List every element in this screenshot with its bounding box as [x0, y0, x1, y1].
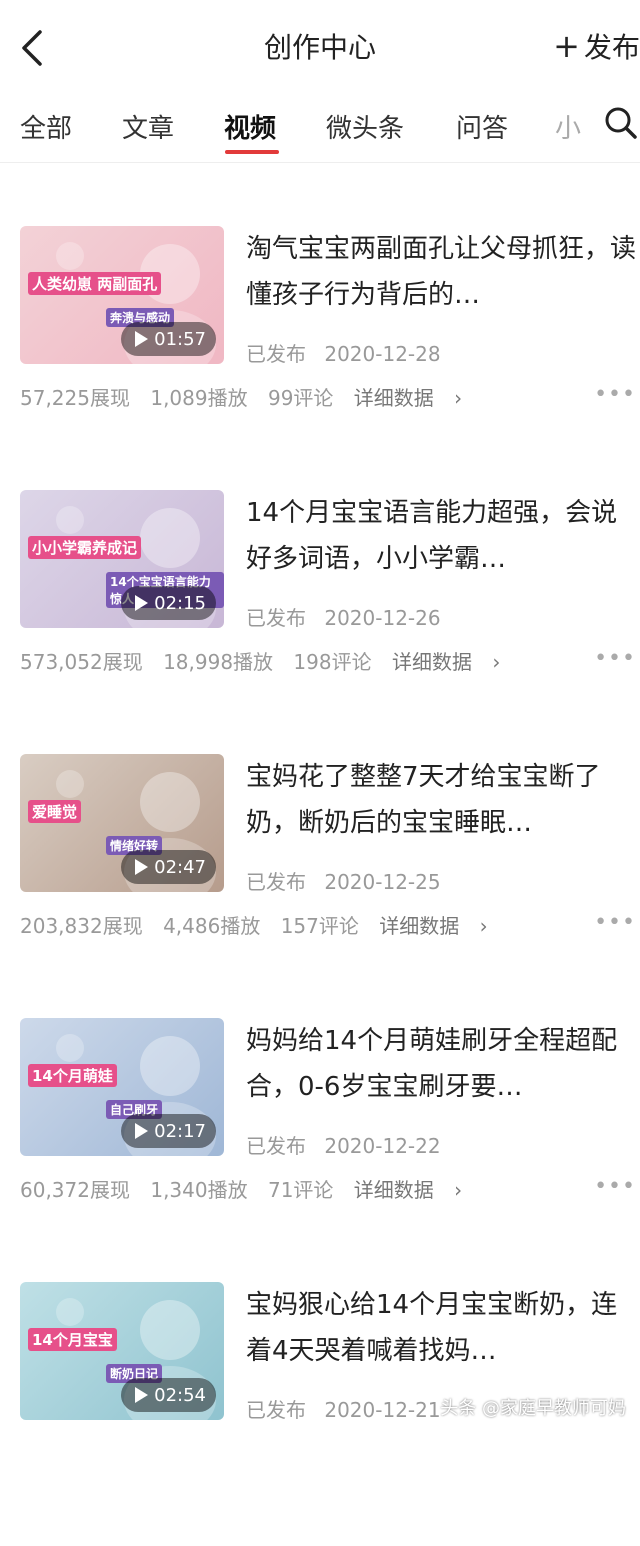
- video-duration: 02:54: [121, 1378, 216, 1412]
- chevron-right-icon: ›: [492, 650, 501, 674]
- chevron-right-icon: ›: [454, 386, 463, 410]
- duration-text: 01:57: [154, 328, 206, 350]
- video-item[interactable]: 小小学霸养成记 14个宝宝语言能力惊人 02:15 14个月宝宝语言能力超强，会…: [0, 490, 640, 754]
- more-options-icon[interactable]: •••: [594, 910, 636, 935]
- tab-micro-posts[interactable]: 微头条: [326, 108, 404, 145]
- comments-count: 157评论: [280, 914, 359, 938]
- status-label: 已发布: [246, 606, 306, 630]
- status-label: 已发布: [246, 1398, 306, 1422]
- video-thumbnail[interactable]: 14个月萌娃 自己刷牙 02:17: [20, 1018, 224, 1156]
- video-duration: 02:47: [121, 850, 216, 884]
- status-label: 已发布: [246, 870, 306, 894]
- more-options-icon[interactable]: •••: [594, 646, 636, 671]
- play-icon: [135, 1123, 149, 1139]
- video-title[interactable]: 宝妈狠心给14个月宝宝断奶，连着4天哭着喊着找妈…: [246, 1282, 636, 1374]
- chevron-right-icon: ›: [479, 914, 488, 938]
- publish-date: 2020-12-26: [324, 606, 441, 630]
- video-thumbnail[interactable]: 爱睡觉 情绪好转 02:47: [20, 754, 224, 892]
- video-item[interactable]: 14个月萌娃 自己刷牙 02:17 妈妈给14个月萌娃刷牙全程超配合，0-6岁宝…: [0, 1018, 640, 1282]
- tab-bar: 全部 文章 视频 微头条 问答 小: [0, 92, 640, 163]
- thumbnail-caption: 小小学霸养成记: [28, 536, 142, 559]
- publish-date: 2020-12-25: [324, 870, 441, 894]
- comments-count: 99评论: [267, 386, 334, 410]
- publish-label: 发布: [583, 31, 640, 64]
- publish-date: 2020-12-22: [324, 1134, 441, 1158]
- views-count: 60,372展现: [20, 1178, 130, 1202]
- header: 创作中心 + 发布: [0, 0, 640, 92]
- active-tab-indicator: [225, 150, 279, 154]
- tab-more[interactable]: 小: [555, 108, 581, 145]
- tab-qa[interactable]: 问答: [456, 108, 508, 145]
- watermark: 头条 @家庭早教师可妈: [440, 1398, 626, 1419]
- video-thumbnail[interactable]: 人类幼崽 两副面孔 奔溃与感动 01:57: [20, 226, 224, 364]
- video-duration: 02:17: [121, 1114, 216, 1148]
- video-title[interactable]: 14个月宝宝语言能力超强，会说好多词语，小小学霸…: [246, 490, 636, 582]
- video-thumbnail[interactable]: 14个月宝宝 断奶日记 02:54: [20, 1282, 224, 1420]
- video-meta: 已发布 2020-12-22: [246, 1130, 441, 1159]
- detail-data-link[interactable]: 详细数据 ›: [392, 650, 514, 674]
- detail-data-link[interactable]: 详细数据 ›: [354, 1178, 476, 1202]
- play-icon: [135, 331, 149, 347]
- video-duration: 02:15: [121, 586, 216, 620]
- more-options-icon[interactable]: •••: [594, 382, 636, 407]
- thumbnail-caption: 14个月萌娃: [28, 1064, 117, 1087]
- video-meta: 已发布 2020-12-26: [246, 602, 441, 631]
- thumbnail-caption: 爱睡觉: [28, 800, 82, 823]
- plays-count: 18,998播放: [163, 650, 274, 674]
- video-stats: 60,372展现 1,340播放 71评论 详细数据 ›: [20, 1174, 490, 1203]
- play-icon: [135, 859, 149, 875]
- tab-videos[interactable]: 视频: [224, 108, 276, 145]
- video-stats: 57,225展现 1,089播放 99评论 详细数据 ›: [20, 382, 490, 411]
- video-stats: 573,052展现 18,998播放 198评论 详细数据 ›: [20, 646, 528, 675]
- status-label: 已发布: [246, 342, 306, 366]
- video-stats: 203,832展现 4,486播放 157评论 详细数据 ›: [20, 910, 516, 939]
- more-options-icon[interactable]: •••: [594, 1174, 636, 1199]
- chevron-right-icon: ›: [454, 1178, 463, 1202]
- plays-count: 1,089播放: [150, 386, 248, 410]
- duration-text: 02:17: [154, 1120, 206, 1142]
- detail-data-link[interactable]: 详细数据 ›: [379, 914, 501, 938]
- search-icon[interactable]: [604, 106, 638, 140]
- plays-count: 4,486播放: [163, 914, 261, 938]
- detail-data-label: 详细数据: [353, 1178, 434, 1202]
- tab-articles[interactable]: 文章: [122, 108, 174, 145]
- play-icon: [135, 595, 149, 611]
- video-title[interactable]: 淘气宝宝两副面孔让父母抓狂，读懂孩子行为背后的…: [246, 226, 636, 318]
- page-title: 创作中心: [263, 31, 376, 64]
- publish-button[interactable]: + 发布: [553, 26, 640, 66]
- comments-count: 71评论: [267, 1178, 334, 1202]
- video-title[interactable]: 妈妈给14个月萌娃刷牙全程超配合，0-6岁宝宝刷牙要…: [246, 1018, 636, 1110]
- detail-data-label: 详细数据: [391, 650, 472, 674]
- detail-data-label: 详细数据: [353, 386, 434, 410]
- views-count: 57,225展现: [20, 386, 130, 410]
- plus-icon: +: [553, 27, 580, 65]
- detail-data-link[interactable]: 详细数据 ›: [354, 386, 476, 410]
- publish-date: 2020-12-21: [324, 1398, 441, 1422]
- video-item[interactable]: 人类幼崽 两副面孔 奔溃与感动 01:57 淘气宝宝两副面孔让父母抓狂，读懂孩子…: [0, 226, 640, 490]
- duration-text: 02:54: [154, 1384, 206, 1406]
- plays-count: 1,340播放: [150, 1178, 248, 1202]
- duration-text: 02:47: [154, 856, 206, 878]
- play-icon: [135, 1387, 149, 1403]
- duration-text: 02:15: [154, 592, 206, 614]
- video-item[interactable]: 爱睡觉 情绪好转 02:47 宝妈花了整整7天才给宝宝断了奶，断奶后的宝宝睡眠……: [0, 754, 640, 1018]
- comments-count: 198评论: [293, 650, 372, 674]
- detail-data-label: 详细数据: [379, 914, 460, 938]
- video-duration: 01:57: [121, 322, 216, 356]
- views-count: 203,832展现: [20, 914, 143, 938]
- video-meta: 已发布 2020-12-21: [246, 1394, 441, 1423]
- video-meta: 已发布 2020-12-25: [246, 866, 441, 895]
- thumbnail-caption: 14个月宝宝: [28, 1328, 117, 1351]
- video-meta: 已发布 2020-12-28: [246, 338, 441, 367]
- thumbnail-caption: 人类幼崽 两副面孔: [28, 272, 162, 295]
- tab-all[interactable]: 全部: [20, 108, 72, 145]
- views-count: 573,052展现: [20, 650, 143, 674]
- video-thumbnail[interactable]: 小小学霸养成记 14个宝宝语言能力惊人 02:15: [20, 490, 224, 628]
- publish-date: 2020-12-28: [324, 342, 441, 366]
- video-title[interactable]: 宝妈花了整整7天才给宝宝断了奶，断奶后的宝宝睡眠…: [246, 754, 636, 846]
- status-label: 已发布: [246, 1134, 306, 1158]
